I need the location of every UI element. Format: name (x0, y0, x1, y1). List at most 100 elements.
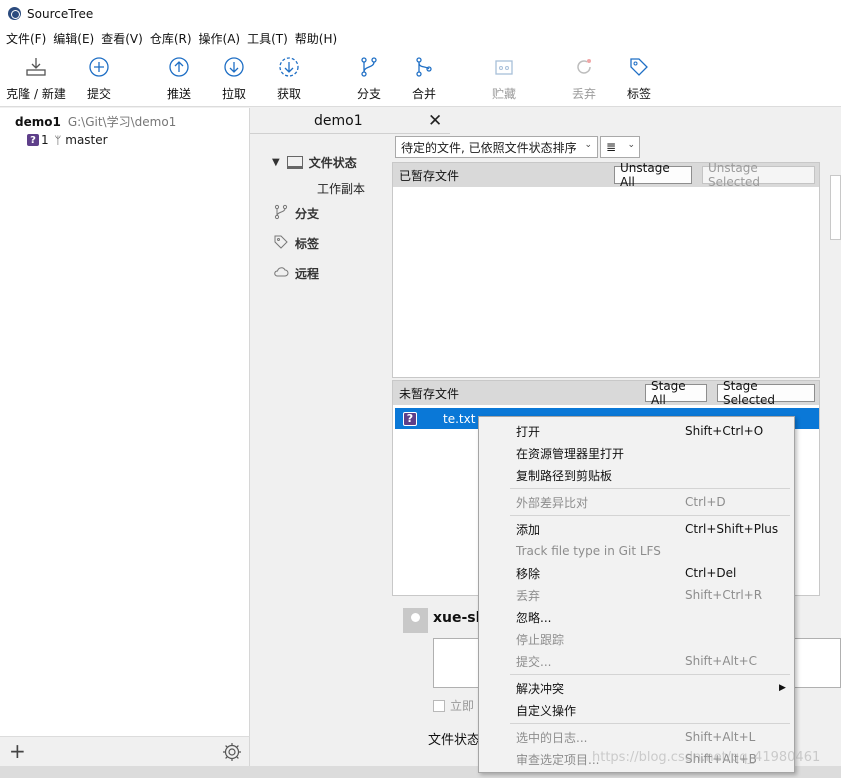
menu-external-diff[interactable]: 外部差异比对 Ctrl+D (479, 491, 794, 513)
menu-view[interactable]: 查看(V) (101, 30, 150, 47)
stage-all-button[interactable]: Stage All (645, 379, 707, 407)
menu-open-in-explorer[interactable]: 在资源管理器里打开 (479, 442, 794, 464)
title-bar: SourceTree (0, 0, 841, 27)
nav-branches-label: 分支 (295, 207, 320, 221)
arrow-down-circle-icon (221, 54, 247, 80)
toolbar: 克隆 / 新建 提交 推送 拉取 获取 分支 合并 贮藏 丢弃 标签 (0, 50, 841, 107)
discard-icon (571, 54, 597, 80)
tab-demo1[interactable]: demo1 ✕ (250, 108, 450, 134)
unstaged-header: 未暂存文件 Stage All Stage Selected (393, 379, 819, 407)
tag-icon (626, 54, 652, 80)
unstage-selected-button[interactable]: Unstage Selected (702, 161, 815, 189)
menu-edit[interactable]: 编辑(E) (53, 30, 101, 47)
staged-title: 已暂存文件 (399, 168, 460, 183)
merge-button[interactable]: 合并 (392, 54, 456, 102)
repo-name: demo1 (15, 115, 61, 129)
file-filter-dropdown[interactable]: 待定的文件, 已依照文件状态排序 ⌄ (395, 136, 598, 158)
unstage-all-button[interactable]: Unstage All (614, 161, 692, 189)
repo-path: G:\Git\学习\demo1 (67, 115, 177, 129)
fetch-icon (276, 54, 302, 80)
menu-open[interactable]: 打开 Shift+Ctrl+O (479, 420, 794, 442)
current-branch: master (65, 133, 108, 147)
stash-button[interactable]: 贮藏 (472, 54, 536, 102)
repo-entry[interactable]: demo1 G:\Git\学习\demo1 (15, 113, 176, 130)
menu-track-lfs-label: Track file type in Git LFS (516, 544, 661, 558)
menu-help[interactable]: 帮助(H) (295, 30, 344, 47)
filter-bar: 待定的文件, 已依照文件状态排序 ⌄ ≣ ⌄ (392, 134, 841, 162)
file-filter-value: 待定的文件, 已依照文件状态排序 (401, 140, 577, 155)
menu-remove[interactable]: 移除 Ctrl+Del (479, 562, 794, 584)
repo-branch-row[interactable]: ? 1 ᛘ master (27, 133, 108, 147)
sidebar-footer: + (0, 736, 250, 766)
close-icon[interactable]: ✕ (428, 111, 442, 131)
menu-repository[interactable]: 仓库(R) (150, 30, 199, 47)
stage-selected-button[interactable]: Stage Selected (717, 379, 815, 407)
fetch-button[interactable]: 获取 (257, 54, 321, 102)
merge-label: 合并 (411, 87, 436, 101)
branch-icon (356, 54, 382, 80)
pull-label: 拉取 (221, 87, 246, 101)
cloud-icon (273, 264, 289, 283)
nav-working-copy[interactable]: 工作副本 (317, 180, 365, 197)
gear-icon[interactable] (221, 741, 243, 763)
menu-remove-shortcut: Ctrl+Del (685, 566, 737, 580)
menu-commit[interactable]: 提交... Shift+Alt+C (479, 650, 794, 672)
menu-copy-path-label: 复制路径到剪贴板 (516, 468, 613, 483)
nav-file-status[interactable]: ▼ 文件状态 (272, 154, 357, 171)
tag-button[interactable]: 标签 (607, 54, 671, 102)
submenu-arrow-icon: ▶ (779, 683, 786, 693)
repo-navigation: ▼ 文件状态 工作副本 分支 标签 远程 (250, 134, 392, 736)
nav-remotes-label: 远程 (295, 267, 320, 281)
nav-branches[interactable]: 分支 (273, 204, 319, 223)
menu-resolve-conflicts[interactable]: 解决冲突 ▶ (479, 677, 794, 699)
menu-annotate-selected-label: 审查选定项目... (516, 752, 600, 767)
menu-open-in-explorer-label: 在资源管理器里打开 (516, 446, 625, 461)
clone-button[interactable]: 克隆 / 新建 (4, 54, 68, 102)
menu-track-lfs[interactable]: Track file type in Git LFS (479, 540, 794, 562)
menu-discard-label: 丢弃 (516, 588, 541, 603)
nav-remotes[interactable]: 远程 (273, 264, 319, 283)
menu-open-shortcut: Shift+Ctrl+O (685, 424, 764, 438)
nav-tags-label: 标签 (295, 237, 320, 251)
branch-icon (273, 204, 289, 223)
view-mode-dropdown[interactable]: ≣ ⌄ (600, 136, 640, 158)
commit-label: 提交 (86, 87, 111, 101)
menu-tools[interactable]: 工具(T) (247, 30, 295, 47)
menu-stop-tracking[interactable]: 停止跟踪 (479, 628, 794, 650)
branch-small-icon: ᛘ (54, 133, 62, 147)
push-immediately-checkbox[interactable]: 立即 (433, 697, 474, 714)
menu-commit-label: 提交... (516, 654, 552, 669)
window-title: SourceTree (27, 6, 94, 21)
menu-commit-shortcut: Shift+Alt+C (685, 654, 758, 668)
untracked-status-icon: ? (403, 411, 417, 426)
menu-separator (510, 674, 790, 675)
menu-log-selected[interactable]: 选中的日志... Shift+Alt+L (479, 726, 794, 748)
tag-icon (273, 234, 289, 253)
menu-discard[interactable]: 丢弃 Shift+Ctrl+R (479, 584, 794, 606)
menu-custom-actions-label: 自定义操作 (516, 703, 577, 718)
add-repo-icon[interactable]: + (9, 739, 26, 763)
file-name: te.txt (443, 411, 476, 426)
menu-stop-tracking-label: 停止跟踪 (516, 632, 565, 647)
menu-actions[interactable]: 操作(A) (199, 30, 248, 47)
menu-copy-path[interactable]: 复制路径到剪贴板 (479, 464, 794, 486)
merge-icon (411, 54, 437, 80)
staged-files-panel: 已暂存文件 Unstage All Unstage Selected (392, 161, 820, 378)
file-context-menu: 打开 Shift+Ctrl+O 在资源管理器里打开 复制路径到剪贴板 外部差异比… (478, 416, 795, 773)
menu-ignore-label: 忽略... (516, 610, 552, 625)
menu-add[interactable]: 添加 Ctrl+Shift+Plus (479, 518, 794, 540)
menu-separator (510, 723, 790, 724)
menu-bar: 文件(F) 编辑(E) 查看(V) 仓库(R) 操作(A) 工具(T) 帮助(H… (0, 27, 841, 50)
branch-label: 分支 (356, 87, 381, 101)
discard-label: 丢弃 (571, 87, 596, 101)
push-label: 推送 (166, 87, 191, 101)
commit-button[interactable]: 提交 (67, 54, 131, 102)
menu-custom-actions[interactable]: 自定义操作 (479, 699, 794, 721)
menu-file[interactable]: 文件(F) (6, 30, 53, 47)
untracked-badge-icon: ? (27, 134, 39, 146)
watermark: https://blog.csdn.net/qq_41980461 (592, 750, 821, 765)
stash-label: 贮藏 (491, 87, 516, 101)
untracked-count: 1 (41, 133, 49, 147)
nav-tags[interactable]: 标签 (273, 234, 319, 253)
menu-ignore[interactable]: 忽略... (479, 606, 794, 628)
